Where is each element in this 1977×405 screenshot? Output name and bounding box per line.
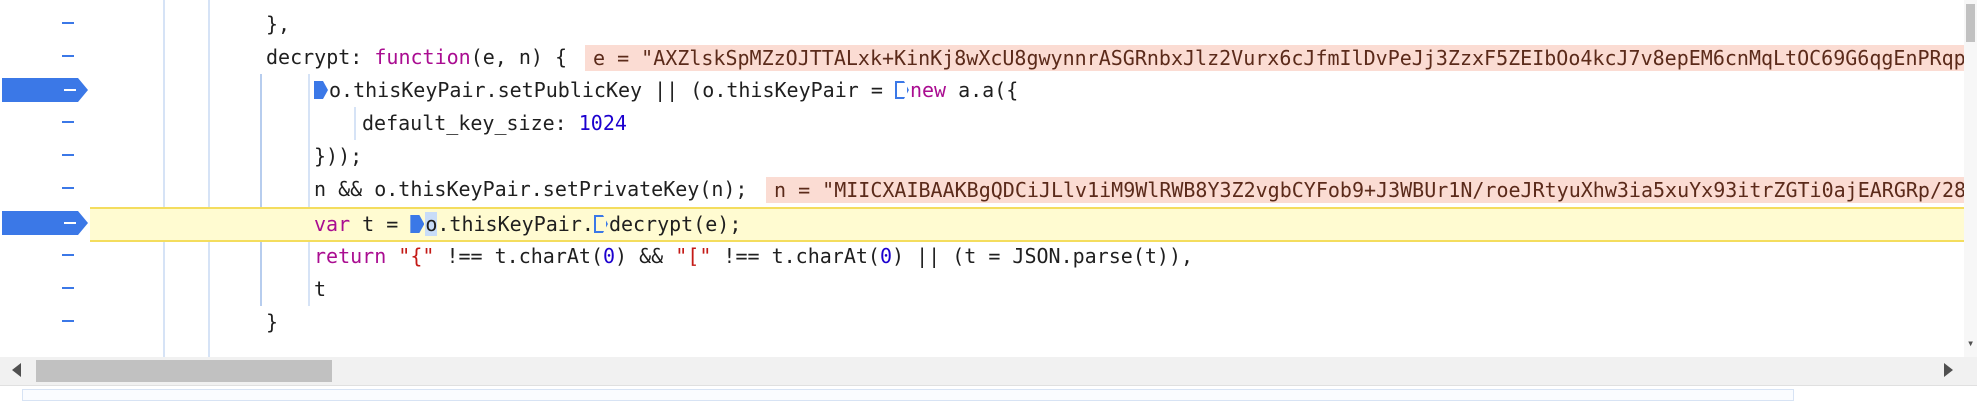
line-marker[interactable] [62, 254, 74, 256]
selected-token[interactable]: o [425, 212, 438, 236]
code-line[interactable]: return "{" !== t.charAt(0) && "[" !== t.… [90, 240, 1977, 273]
code-text: t [314, 277, 327, 301]
gutter-row[interactable] [0, 8, 90, 38]
params: (e, n) { [470, 45, 568, 69]
code-line[interactable]: })); [90, 140, 1977, 173]
code-fragment: a.a({ [946, 78, 1019, 102]
code-editor[interactable]: }, decrypt: function(e, n) { e = "AXZlsk… [90, 0, 1977, 357]
code-text: } [266, 310, 279, 334]
gutter-row[interactable] [0, 140, 90, 170]
execution-marker-icon[interactable] [314, 81, 328, 99]
code-fragment: .thisKeyPair. [437, 212, 594, 236]
code-line[interactable]: o.thisKeyPair.setPublicKey || (o.thisKey… [90, 74, 1977, 107]
horizontal-scrollbar-thumb[interactable] [36, 360, 332, 382]
code-text: n && o.thisKeyPair.setPrivateKey(n); [314, 177, 748, 201]
colon: : [350, 45, 375, 69]
vertical-scrollbar[interactable]: ▾ [1964, 0, 1977, 357]
gutter-row[interactable] [0, 41, 90, 71]
gutter-row[interactable] [0, 107, 90, 137]
number-literal: 0 [603, 244, 616, 268]
line-marker [64, 222, 76, 224]
line-marker[interactable] [62, 287, 74, 289]
code-line[interactable]: n && o.thisKeyPair.setPrivateKey(n); n =… [90, 173, 1977, 206]
code-fragment: !== t.charAt( [434, 244, 603, 268]
string-literal: "{" [398, 244, 435, 268]
code-fragment: ) && [615, 244, 676, 268]
code-fragment: o.thisKeyPair.setPublicKey || (o.thisKey… [329, 78, 895, 102]
line-marker[interactable] [62, 121, 74, 123]
method-key: decrypt [266, 45, 351, 69]
number-literal: 0 [879, 244, 893, 268]
gutter-row-breakpoint[interactable] [0, 74, 90, 104]
code-line[interactable]: } [90, 306, 1977, 339]
gutter-row[interactable] [0, 240, 90, 270]
console-strip [0, 385, 1977, 402]
code-fragment: t = [350, 212, 411, 236]
line-marker[interactable] [62, 187, 74, 189]
keyword: var [314, 212, 351, 236]
code-fragment: !== t.charAt( [711, 244, 880, 268]
line-marker[interactable] [62, 320, 74, 322]
gutter-row[interactable] [0, 273, 90, 303]
scroll-down-icon[interactable]: ▾ [1967, 336, 1974, 350]
vertical-scrollbar-thumb[interactable] [1966, 4, 1975, 42]
gutter-row[interactable] [0, 173, 90, 203]
number-literal: 1024 [578, 111, 627, 135]
code-line[interactable]: decrypt: function(e, n) { e = "AXZlskSpM… [90, 41, 1977, 74]
code-text: o.thisKeyPair.setPublicKey || (o.thisKey… [314, 74, 1018, 107]
breakpoint-marker[interactable] [2, 211, 88, 235]
console-input[interactable] [22, 389, 1794, 401]
code-line[interactable]: default_key_size: 1024 [90, 107, 1977, 140]
line-marker[interactable] [62, 154, 74, 156]
code-text: }, [266, 12, 291, 36]
code-fragment: decrypt(e); [608, 212, 742, 236]
line-marker[interactable] [62, 22, 74, 24]
string-literal: "[" [675, 244, 712, 268]
keyword: return [314, 244, 387, 268]
gutter-row[interactable] [0, 306, 90, 336]
code-text: var t = o.thisKeyPair. decrypt(e); [314, 209, 741, 240]
horizontal-scrollbar[interactable] [0, 357, 1977, 385]
code-line-current[interactable]: var t = o.thisKeyPair. decrypt(e); [90, 207, 1977, 242]
execution-marker-icon[interactable] [410, 215, 425, 233]
keyword: new [909, 78, 947, 102]
property-key: default_key_size: [362, 111, 579, 135]
code-text: return "{" !== t.charAt(0) && "[" !== t.… [314, 240, 1193, 273]
code-line[interactable]: }, [90, 8, 1977, 41]
code-text: })); [314, 144, 363, 168]
gutter-row-breakpoint[interactable] [0, 207, 90, 237]
line-marker[interactable] [62, 55, 74, 57]
code-text: default_key_size: 1024 [362, 107, 627, 140]
execution-marker-icon[interactable] [894, 81, 909, 99]
code-line[interactable]: t [90, 273, 1977, 306]
keyword: function [374, 45, 471, 69]
line-marker [64, 89, 76, 91]
scroll-right-icon[interactable] [1944, 363, 1953, 377]
breakpoint-marker[interactable] [2, 78, 88, 102]
code-fragment: ) || (t = JSON.parse(t)), [892, 244, 1194, 268]
execution-marker-icon[interactable] [593, 215, 608, 233]
inline-value-n: n = "MIICXAIBAAKBgQDCiJLlv1iM9WlRWB8Y3Z2… [766, 177, 1977, 203]
code-text: decrypt: function(e, n) { [266, 41, 567, 74]
inline-value-e: e = "AXZlskSpMZzOJTTALxk+KinKj8wXcU8gwyn… [585, 45, 1977, 71]
scroll-left-icon[interactable] [12, 363, 21, 377]
line-gutter [0, 0, 90, 357]
